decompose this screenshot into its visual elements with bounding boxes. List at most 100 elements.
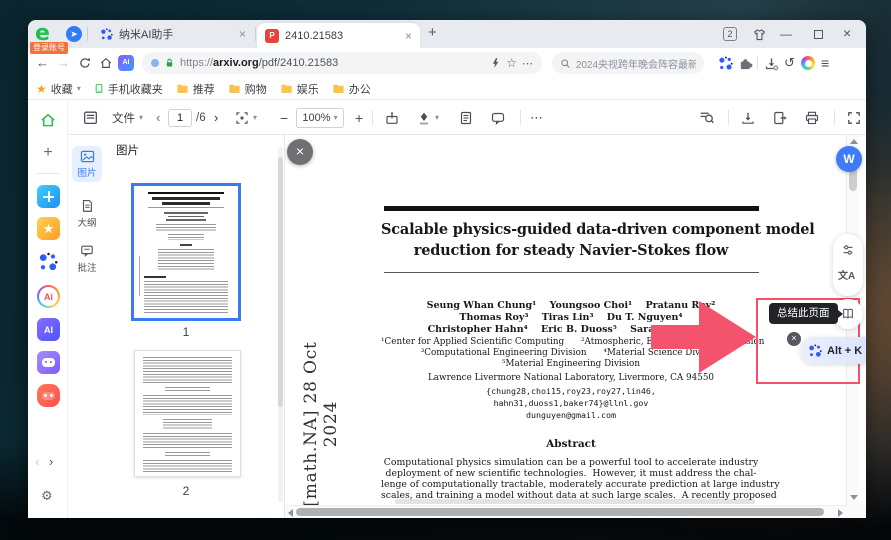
more-tools-button[interactable]: ⋯ [530,100,544,135]
file-menu[interactable]: 文件 ▾ [112,100,143,135]
settings-gear-icon[interactable]: ⚙ [41,488,53,504]
url-field[interactable]: https://arxiv.org/pdf/2410.21583 ☆ ⋯ [142,52,542,74]
chevron-down-icon: ▾ [334,113,338,122]
tab-images[interactable]: 图片 [72,146,102,182]
bookmark-folder-yule[interactable]: 娱乐 [280,81,319,97]
nano-ai-icon [100,28,113,41]
bookmark-favorites[interactable]: ★ 收藏 ▾ [36,81,81,97]
zoom-level-select[interactable]: 100%▾ [296,100,344,135]
login-badge[interactable]: 登录账号 [30,42,68,54]
notes-icon [458,110,474,126]
search-box[interactable]: 2024央视跨年晚会阵容最新 [552,52,704,74]
favorites-star-icon: ★ [36,82,47,96]
lightning-icon[interactable] [490,57,501,69]
home-green-icon[interactable] [39,111,57,129]
tab-annotations[interactable]: 批注 [72,241,102,277]
download-icon [740,110,756,126]
forward-button[interactable]: → [57,55,70,70]
rail-app-ai-icon[interactable]: AI [37,318,60,341]
abstract-heading: Abstract [381,438,761,450]
bookmark-star-icon[interactable]: ☆ [506,56,517,70]
nano-ai-icon [808,344,822,358]
rail-nano-ai-icon[interactable] [38,252,58,272]
pop-out-button[interactable] [384,100,400,135]
thumbnails-scrollbar[interactable] [278,147,283,502]
downloads-icon[interactable] [764,56,780,72]
find-icon [698,109,715,126]
page-fit-button[interactable]: ▾ [234,100,257,135]
divider [255,27,256,41]
back-button[interactable]: ← [36,55,49,70]
tab-outline[interactable]: 大纲 [72,196,102,232]
floating-tool-pill: 文A [833,234,863,296]
rail-app-robot-icon[interactable] [37,351,60,374]
bookmark-folder-bangong[interactable]: 办公 [332,81,371,97]
tab-close-icon[interactable]: × [239,27,246,41]
close-window-button[interactable]: × [843,25,851,41]
scroll-up-arrow[interactable] [850,139,858,144]
folder-icon [228,83,241,94]
nano-ai-icon[interactable] [718,56,733,71]
rail-app-clip-icon[interactable] [37,185,60,208]
page-thumbnail-2[interactable] [134,350,241,477]
browser-wheel-icon[interactable] [801,56,815,70]
menu-icon[interactable]: ≡ [821,55,829,71]
highlight-tool-button[interactable]: ▾ [416,100,439,135]
reload-icon[interactable] [78,56,92,70]
tab-pdf-active[interactable]: P 2410.21583 × [257,23,420,48]
scrollbar-thumb[interactable] [296,508,824,516]
rail-add-button[interactable]: + [36,144,60,162]
find-in-document-button[interactable] [698,100,715,135]
browser-protect-icon[interactable]: ➤ [66,26,82,42]
restore-session-icon[interactable]: ↺ [784,55,795,71]
rail-expand-icon[interactable]: › [49,454,53,469]
more-url-actions-icon[interactable]: ⋯ [522,57,533,70]
maximize-button[interactable] [814,30,823,39]
page-number-field[interactable] [168,100,192,135]
bookmark-label: 推荐 [193,81,215,97]
ai-shortcut-pill[interactable]: Alt + K [800,337,866,364]
zoom-out-button[interactable]: − [280,100,288,135]
clipped-text-line [395,499,755,504]
word-convert-button[interactable]: W [836,146,862,172]
comment-button[interactable] [490,100,506,135]
ai-address-icon[interactable]: AI [118,55,134,71]
adjust-sliders-icon[interactable] [841,243,855,257]
tab-nano-ai[interactable]: 纳米AI助手 × [92,20,254,48]
scroll-down-arrow[interactable] [850,495,858,500]
bookmark-folder-tuijian[interactable]: 推荐 [176,81,215,97]
fullscreen-button[interactable] [846,100,862,135]
notes-button[interactable] [458,100,474,135]
theme-skin-icon[interactable] [752,28,767,42]
scroll-right-arrow[interactable] [838,509,843,517]
prev-page-button[interactable]: ‹ [156,100,160,135]
home-icon[interactable] [99,56,113,70]
bookmark-label: 手机收藏夹 [108,81,163,97]
rail-app-game-icon[interactable] [37,384,60,407]
page-thumbnail-1[interactable] [131,183,241,321]
rail-collapse-icon[interactable]: ‹ [35,454,39,469]
rail-app-favorites-icon[interactable]: ★ [37,217,60,240]
zoom-in-button[interactable]: + [355,100,363,135]
next-page-button[interactable]: › [214,100,218,135]
print-button[interactable] [804,100,820,135]
scroll-left-arrow[interactable] [288,509,293,517]
page-number-input[interactable] [168,109,192,127]
translate-icon[interactable]: 文A [838,267,855,282]
new-tab-button[interactable]: + [428,24,437,41]
rail-app-ai-search-icon[interactable]: Ai [37,285,60,308]
close-panel-button[interactable]: × [287,139,313,165]
bookmark-folder-gouwu[interactable]: 购物 [228,81,267,97]
download-button[interactable] [740,100,756,135]
pdf-sidebar-tabs: 图片 大纲 [68,135,106,518]
bookmark-phone-folder[interactable]: 手机收藏夹 [94,81,163,97]
minimize-button[interactable]: — [780,27,792,41]
extensions-puzzle-icon[interactable] [738,56,753,71]
tab-count-badge[interactable]: 2 [723,27,737,41]
title-rule-thin [384,272,759,273]
tab-close-icon[interactable]: × [405,29,412,43]
dismiss-assistant-button[interactable]: × [787,332,801,346]
horizontal-scrollbar[interactable] [285,505,846,518]
thumbnails-toggle-button[interactable] [82,100,99,135]
save-as-button[interactable] [772,100,788,135]
